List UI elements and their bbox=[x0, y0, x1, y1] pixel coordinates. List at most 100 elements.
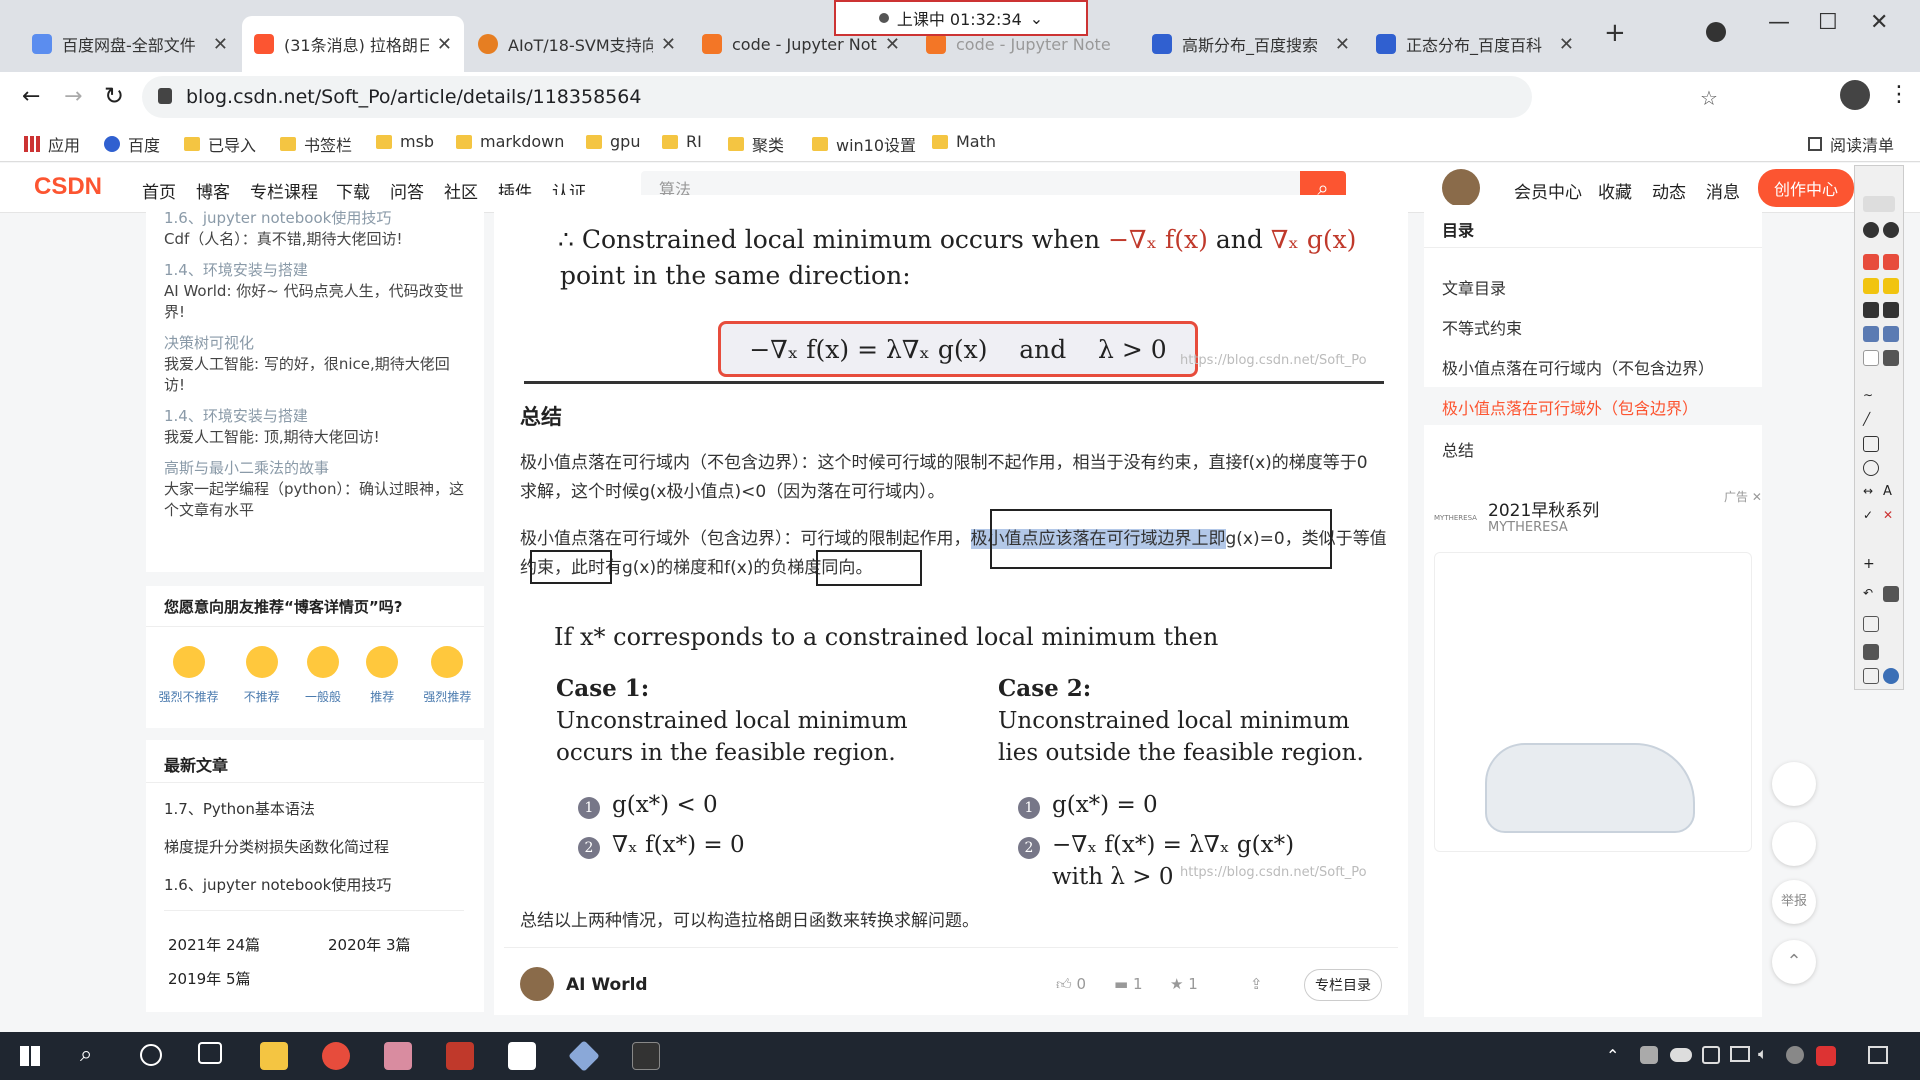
file-explorer-icon[interactable] bbox=[260, 1042, 288, 1070]
comment-button[interactable]: ▬ 1 bbox=[1114, 975, 1143, 993]
nav-messages[interactable]: 消息 bbox=[1706, 178, 1740, 203]
archive-2021[interactable]: 2021年 24篇 bbox=[168, 934, 260, 955]
toc-item[interactable]: 不等式约束 bbox=[1442, 315, 1522, 339]
cross-tool-icon[interactable]: ✕ bbox=[1883, 508, 1899, 524]
comment-article-link[interactable]: 1.4、环境安装与搭建 bbox=[164, 406, 466, 427]
comment-article-link[interactable]: 1.4、环境安装与搭建 bbox=[164, 260, 466, 281]
tray-app-icon[interactable] bbox=[1640, 1046, 1658, 1064]
nav-blog[interactable]: 博客 bbox=[196, 178, 230, 203]
cloud-icon[interactable] bbox=[1670, 1048, 1692, 1062]
edit-icon[interactable] bbox=[1772, 762, 1816, 806]
recommend-option-4[interactable]: 推荐 bbox=[366, 646, 399, 705]
bookmark-folder-bar[interactable]: 书签栏 bbox=[280, 132, 352, 156]
bookmark-folder-win10[interactable]: win10设置 bbox=[812, 132, 916, 156]
close-icon[interactable]: ✕ bbox=[1559, 34, 1574, 55]
tray-chevron-icon[interactable]: ⌃ bbox=[1606, 1046, 1619, 1065]
bookmark-folder-gpu[interactable]: gpu bbox=[586, 132, 640, 151]
color-blue-2-icon[interactable] bbox=[1883, 326, 1899, 342]
like-button[interactable]: 👍︎ 0 bbox=[1056, 975, 1086, 994]
tray-keyboard-icon[interactable] bbox=[1702, 1046, 1720, 1064]
color-yellow-icon[interactable] bbox=[1863, 278, 1879, 294]
wps-icon[interactable] bbox=[446, 1042, 474, 1070]
minimize-button[interactable]: — bbox=[1768, 10, 1790, 35]
task-view-icon[interactable] bbox=[198, 1042, 222, 1064]
windows-start-icon[interactable] bbox=[20, 1046, 40, 1066]
bookmark-folder-cluster[interactable]: 聚类 bbox=[728, 132, 784, 156]
page-icon[interactable] bbox=[1863, 616, 1879, 632]
close-icon[interactable]: ✕ bbox=[437, 34, 452, 55]
color-black-icon[interactable] bbox=[1863, 302, 1879, 318]
color-gray-icon[interactable] bbox=[1883, 350, 1899, 366]
color-red-2-icon[interactable] bbox=[1883, 254, 1899, 270]
archive-2019[interactable]: 2019年 5篇 bbox=[168, 968, 251, 989]
rectangle-tool-icon[interactable] bbox=[1863, 436, 1879, 452]
comment-article-link[interactable]: 1.6、jupyter notebook使用技巧 bbox=[164, 208, 466, 229]
color-blue-icon[interactable] bbox=[1863, 326, 1879, 342]
pen-size-icon[interactable] bbox=[1863, 196, 1895, 212]
bookmark-folder-math[interactable]: Math bbox=[932, 132, 996, 151]
cortana-icon[interactable] bbox=[140, 1044, 162, 1066]
notification-icon[interactable] bbox=[1868, 1046, 1888, 1064]
color-black-2-icon[interactable] bbox=[1883, 302, 1899, 318]
ellipse-tool-icon[interactable] bbox=[1863, 460, 1879, 476]
tab-search-icon[interactable] bbox=[1706, 22, 1726, 42]
nav-home[interactable]: 首页 bbox=[142, 178, 176, 203]
nav-community[interactable]: 社区 bbox=[444, 178, 478, 203]
latest-item[interactable]: 1.6、jupyter notebook使用技巧 bbox=[164, 874, 391, 895]
close-window-button[interactable]: ✕ bbox=[1870, 10, 1888, 35]
new-tab-button[interactable]: + bbox=[1604, 18, 1626, 48]
undo-icon[interactable]: ↶ bbox=[1863, 586, 1879, 602]
nav-download[interactable]: 下载 bbox=[336, 178, 370, 203]
check-tool-icon[interactable]: ✓ bbox=[1863, 508, 1879, 524]
bookmark-baidu[interactable]: 百度 bbox=[104, 132, 160, 156]
recommend-option-2[interactable]: 不推荐 bbox=[244, 646, 280, 705]
toc-item[interactable]: 极小值点落在可行域内（不包含边界） bbox=[1442, 355, 1714, 379]
recommend-option-3[interactable]: 一般般 bbox=[305, 646, 341, 705]
comment-article-link[interactable]: 高斯与最小二乘法的故事 bbox=[164, 458, 466, 479]
drawing-app-icon[interactable] bbox=[384, 1042, 412, 1070]
url-field[interactable]: blog.csdn.net/Soft_Po/article/details/11… bbox=[142, 76, 1532, 118]
headset-icon[interactable] bbox=[1772, 822, 1816, 866]
search-icon[interactable]: ⌕ bbox=[80, 1042, 92, 1067]
terminal-icon[interactable] bbox=[632, 1042, 660, 1070]
app-diamond-icon[interactable] bbox=[568, 1040, 600, 1072]
nav-favorites[interactable]: 收藏 bbox=[1598, 178, 1632, 203]
trash-icon[interactable] bbox=[1883, 586, 1899, 602]
arrow-tool-icon[interactable]: ↔ bbox=[1863, 484, 1879, 500]
author-avatar[interactable] bbox=[520, 967, 554, 1001]
chrome-icon[interactable] bbox=[322, 1042, 350, 1070]
forward-icon[interactable]: → bbox=[64, 84, 82, 109]
column-directory-button[interactable]: 专栏目录 bbox=[1304, 969, 1382, 1001]
archive-2020[interactable]: 2020年 3篇 bbox=[328, 934, 411, 955]
reading-list[interactable]: 阅读清单 bbox=[1808, 132, 1894, 156]
close-icon[interactable]: ✕ bbox=[885, 34, 900, 55]
favorite-button[interactable]: ★ 1 bbox=[1170, 975, 1198, 993]
tray-x-icon[interactable] bbox=[1786, 1046, 1804, 1064]
recording-indicator[interactable]: 上课中 01:32:34 ⌄ bbox=[834, 0, 1088, 36]
tab-csdn-lagrange[interactable]: (31条消息) 拉格朗日乘✕ bbox=[242, 16, 464, 72]
comment-article-link[interactable]: 决策树可视化 bbox=[164, 333, 466, 354]
maximize-button[interactable]: ☐ bbox=[1818, 10, 1838, 35]
nav-vip[interactable]: 会员中心 bbox=[1514, 178, 1582, 203]
text-tool-icon[interactable]: A bbox=[1883, 484, 1899, 500]
menu-icon[interactable]: ⋮ bbox=[1888, 82, 1910, 107]
latest-item[interactable]: 1.7、Python基本语法 bbox=[164, 798, 315, 819]
color-red-icon[interactable] bbox=[1863, 254, 1879, 270]
image-icon[interactable] bbox=[1863, 668, 1879, 684]
user-avatar[interactable] bbox=[1442, 169, 1480, 207]
profile-avatar[interactable] bbox=[1840, 80, 1870, 110]
latest-item[interactable]: 梯度提升分类树损失函数化简过程 bbox=[164, 836, 389, 857]
color-yellow-2-icon[interactable] bbox=[1883, 278, 1899, 294]
create-button[interactable]: 创作中心 bbox=[1758, 169, 1854, 207]
close-icon[interactable]: ✕ bbox=[1335, 34, 1350, 55]
color-white-icon[interactable] bbox=[1863, 350, 1879, 366]
input-method-icon[interactable] bbox=[1816, 1046, 1836, 1066]
info-icon[interactable] bbox=[1883, 668, 1899, 684]
report-button[interactable]: 举报 bbox=[1772, 880, 1816, 924]
dot-large-icon[interactable] bbox=[1883, 222, 1899, 238]
share-icon[interactable]: ⇪ bbox=[1250, 975, 1263, 993]
bookmark-folder-ri[interactable]: RI bbox=[662, 132, 702, 151]
toc-item-active[interactable]: 极小值点落在可行域外（包含边界） bbox=[1424, 387, 1762, 425]
bookmark-folder-msb[interactable]: msb bbox=[376, 132, 434, 151]
close-icon[interactable]: ✕ bbox=[661, 34, 676, 55]
